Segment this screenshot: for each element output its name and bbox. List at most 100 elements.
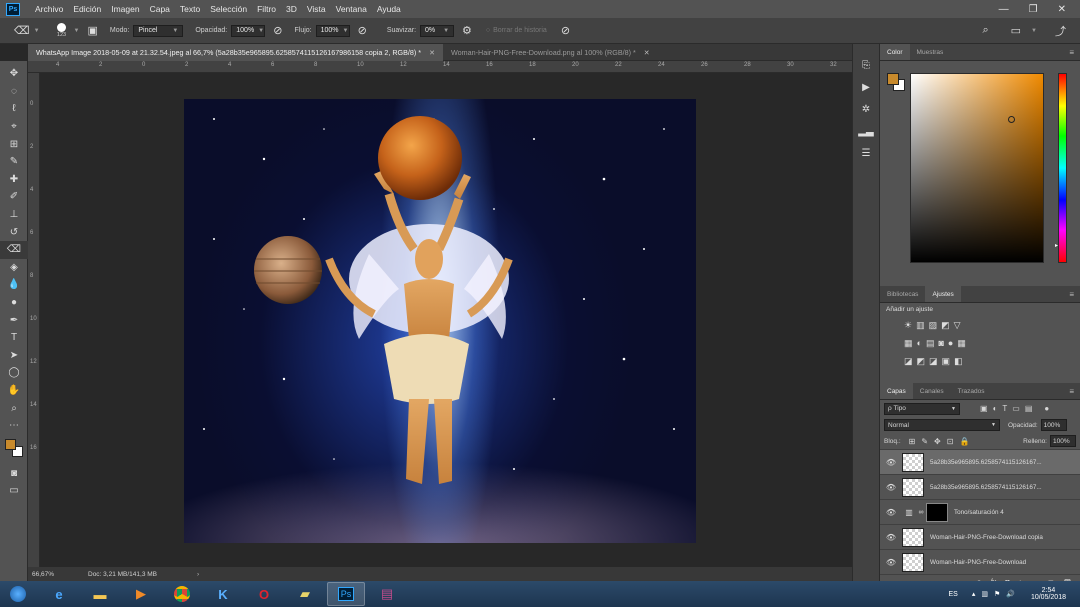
- histogram-icon[interactable]: ▂▃: [853, 120, 879, 142]
- pressure-opacity-icon[interactable]: ⊘: [273, 24, 282, 37]
- workspace-caret-icon[interactable]: ▼: [1031, 28, 1037, 34]
- vibrance-icon[interactable]: ▽: [954, 320, 961, 331]
- dodge-tool-icon[interactable]: ●: [0, 294, 28, 312]
- eye-icon[interactable]: 👁: [880, 533, 902, 542]
- opacity-field[interactable]: 100% ▼: [231, 24, 266, 37]
- eye-icon[interactable]: 👁: [880, 483, 902, 492]
- pressure-size-icon[interactable]: ⊘: [561, 24, 570, 37]
- tab-layers[interactable]: Capas: [880, 383, 913, 399]
- lock-artboard-icon[interactable]: ⊡: [947, 437, 954, 446]
- close-icon[interactable]: ✕: [644, 49, 650, 57]
- fg-bg-swatches[interactable]: [887, 73, 907, 93]
- menu-texto[interactable]: Texto: [175, 4, 205, 14]
- zoom-level[interactable]: 66,67%: [32, 571, 88, 578]
- brush-tool-icon[interactable]: ✐: [0, 188, 28, 206]
- layer-row[interactable]: 👁 5a28b35e965895.6258574115126167...: [880, 449, 1080, 474]
- flow-field[interactable]: 100% ▼: [315, 24, 350, 37]
- foreground-color-swatch[interactable]: [5, 439, 16, 451]
- menu-filtro[interactable]: Filtro: [252, 4, 281, 14]
- tab-swatches[interactable]: Muestras: [910, 44, 951, 60]
- threshold-icon[interactable]: ◪: [929, 356, 938, 367]
- link-icon[interactable]: ∞: [916, 509, 926, 516]
- maximize-button[interactable]: ❐: [1029, 4, 1038, 15]
- hue-slider[interactable]: ▸: [1055, 73, 1067, 263]
- filter-adjust-icon[interactable]: ◐: [993, 404, 998, 413]
- eye-icon[interactable]: 👁: [880, 508, 902, 517]
- pen-tool-icon[interactable]: ✒: [0, 311, 28, 329]
- taskbar-app-k[interactable]: K: [204, 582, 242, 606]
- status-menu-icon[interactable]: ›: [197, 571, 199, 578]
- mode-select[interactable]: Pincel ▼: [133, 24, 184, 37]
- minimize-button[interactable]: —: [999, 4, 1009, 15]
- properties-icon[interactable]: ☰: [853, 142, 879, 164]
- move-tool-icon[interactable]: ✥: [0, 65, 28, 83]
- color-field[interactable]: [910, 73, 1044, 263]
- airbrush-icon[interactable]: ⊘: [358, 24, 367, 37]
- type-tool-icon[interactable]: T: [0, 329, 28, 347]
- tab-color[interactable]: Color: [880, 44, 910, 60]
- taskbar-photoshop[interactable]: Ps: [327, 582, 365, 606]
- marquee-tool-icon[interactable]: ◌: [0, 83, 28, 101]
- layer-opacity-field[interactable]: 100%: [1040, 419, 1067, 431]
- tab-whatsapp-image[interactable]: WhatsApp Image 2018-05-09 at 21.32.54.jp…: [28, 44, 443, 61]
- taskbar-explorer[interactable]: ▬: [81, 582, 119, 606]
- menu-vista[interactable]: Vista: [302, 4, 331, 14]
- taskbar-notes[interactable]: ▰: [286, 582, 324, 606]
- taskbar-ie[interactable]: e: [40, 582, 78, 606]
- network-icon[interactable]: ▥: [981, 590, 988, 598]
- eraser-tool-icon[interactable]: ⌫: [14, 24, 30, 37]
- filter-toggle-icon[interactable]: ●: [1044, 404, 1049, 413]
- color-swatches[interactable]: [0, 434, 28, 464]
- lock-all-icon[interactable]: 🔒: [959, 437, 969, 446]
- foreground-color-swatch[interactable]: [887, 73, 899, 85]
- filter-shape-icon[interactable]: ▭: [1012, 404, 1020, 413]
- blur-tool-icon[interactable]: 💧: [0, 276, 28, 294]
- blend-mode-select[interactable]: Normal ▼: [884, 419, 1000, 431]
- actions-play-icon[interactable]: ▶: [853, 76, 879, 98]
- posterize-icon[interactable]: ◩: [917, 356, 926, 367]
- menu-seleccion[interactable]: Selección: [205, 4, 252, 14]
- tab-paths[interactable]: Trazados: [951, 383, 992, 399]
- eye-icon[interactable]: 👁: [880, 558, 902, 567]
- more-tools-icon[interactable]: ⋯: [0, 417, 28, 435]
- zoom-tool-icon[interactable]: ⌕: [0, 399, 28, 417]
- layer-row[interactable]: 👁 5a28b35e965895.6258574115126167...: [880, 474, 1080, 499]
- paint-bucket-tool-icon[interactable]: ◈: [0, 259, 28, 277]
- clone-stamp-tool-icon[interactable]: ⊥: [0, 206, 28, 224]
- path-selection-tool-icon[interactable]: ➤: [0, 347, 28, 365]
- curves-icon[interactable]: ▨: [929, 320, 938, 331]
- close-icon[interactable]: ✕: [429, 49, 435, 57]
- tab-adjustments[interactable]: Ajustes: [925, 286, 961, 302]
- menu-archivo[interactable]: Archivo: [30, 4, 68, 14]
- layer-filter-select[interactable]: ρ Tipo ▼: [884, 402, 960, 415]
- levels-icon[interactable]: ▥: [916, 320, 925, 331]
- brush-settings-icon[interactable]: ✲: [853, 98, 879, 120]
- channel-mixer-icon[interactable]: ●: [948, 338, 953, 348]
- filter-type-icon[interactable]: T: [1002, 404, 1007, 413]
- tab-libraries[interactable]: Bibliotecas: [880, 286, 925, 302]
- hand-tool-icon[interactable]: ✋: [0, 382, 28, 400]
- color-picker-handle[interactable]: [1008, 116, 1015, 123]
- share-icon[interactable]: ⤴: [1055, 23, 1066, 39]
- brightness-icon[interactable]: ☀: [904, 320, 912, 331]
- panel-menu-icon[interactable]: ≡: [1069, 44, 1074, 60]
- smoothing-settings-gear-icon[interactable]: ⚙: [462, 24, 472, 37]
- flag-icon[interactable]: ⚑: [994, 590, 1000, 598]
- taskbar-opera[interactable]: O: [245, 582, 283, 606]
- panel-menu-icon[interactable]: ≡: [1069, 286, 1074, 302]
- filter-pixel-icon[interactable]: ▣: [980, 404, 988, 413]
- tab-woman-hair[interactable]: Woman-Hair-PNG-Free-Download.png al 100%…: [443, 44, 658, 61]
- hue-marker-icon[interactable]: ▸: [1055, 242, 1058, 249]
- selective-color-icon[interactable]: ▣: [942, 356, 951, 367]
- eyedropper-tool-icon[interactable]: ✎: [0, 153, 28, 171]
- erase-history-checkbox[interactable]: ○: [486, 27, 490, 34]
- fill-field[interactable]: 100%: [1050, 435, 1076, 447]
- lock-pixels-icon[interactable]: ✎: [921, 437, 928, 446]
- invert-icon[interactable]: ◪: [904, 356, 913, 367]
- hue-saturation-icon[interactable]: ▦: [904, 338, 913, 349]
- menu-edicion[interactable]: Edición: [68, 4, 106, 14]
- menu-imagen[interactable]: Imagen: [106, 4, 144, 14]
- eraser-tool-icon[interactable]: ⌫: [0, 240, 28, 259]
- language-indicator[interactable]: ES: [948, 591, 957, 598]
- taskbar-winrar[interactable]: ▤: [368, 582, 406, 606]
